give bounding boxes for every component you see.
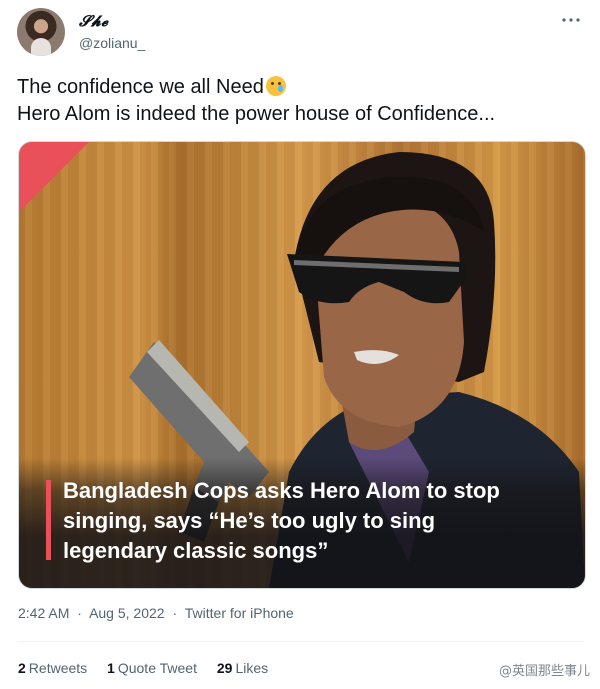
- tweet-line-1: The confidence we all Need: [17, 76, 264, 98]
- tweet-meta: 2:42 AM · Aug 5, 2022 · Twitter for iPho…: [18, 605, 298, 621]
- more-horizontal-icon[interactable]: [559, 8, 583, 32]
- tweet-text: The confidence we all Need Hero Alom is …: [17, 74, 583, 128]
- tweet-line-2: Hero Alom is indeed the power house of C…: [17, 103, 496, 125]
- tweet-source[interactable]: Twitter for iPhone: [185, 605, 294, 621]
- retweets-count: 2: [18, 660, 26, 676]
- tweet-date[interactable]: Aug 5, 2022: [89, 605, 165, 621]
- display-name[interactable]: 𝓢𝓱𝓮: [79, 12, 108, 30]
- tweet-header: 𝓢𝓱𝓮 @zolianu_: [17, 8, 583, 58]
- quotes-count: 1: [107, 660, 115, 676]
- user-handle[interactable]: @zolianu_: [79, 35, 145, 51]
- likes-label: Likes: [235, 660, 269, 676]
- tweet-stats: 2 Retweets 1 Quote Tweet 29 Likes: [18, 660, 284, 676]
- retweets-stat[interactable]: 2 Retweets: [18, 660, 87, 676]
- meta-separator: ·: [77, 605, 82, 621]
- meta-separator-2: ·: [172, 605, 178, 621]
- avatar[interactable]: [17, 8, 65, 56]
- likes-count: 29: [216, 660, 233, 676]
- quotes-stat[interactable]: 1 Quote Tweet: [107, 660, 197, 676]
- face-holding-back-tears-icon: [265, 76, 286, 96]
- caption-accent-bar: [46, 480, 51, 560]
- divider: [18, 641, 584, 642]
- quotes-label: Quote Tweet: [117, 660, 197, 676]
- tweet-media[interactable]: Bangladesh Cops asks Hero Alom to stop s…: [18, 141, 586, 589]
- retweets-label: Retweets: [28, 660, 88, 676]
- media-caption: Bangladesh Cops asks Hero Alom to stop s…: [63, 478, 500, 563]
- watermark: @英国那些事儿: [498, 664, 590, 679]
- likes-stat[interactable]: 29 Likes: [217, 660, 268, 676]
- tweet-time[interactable]: 2:42 AM: [18, 605, 69, 621]
